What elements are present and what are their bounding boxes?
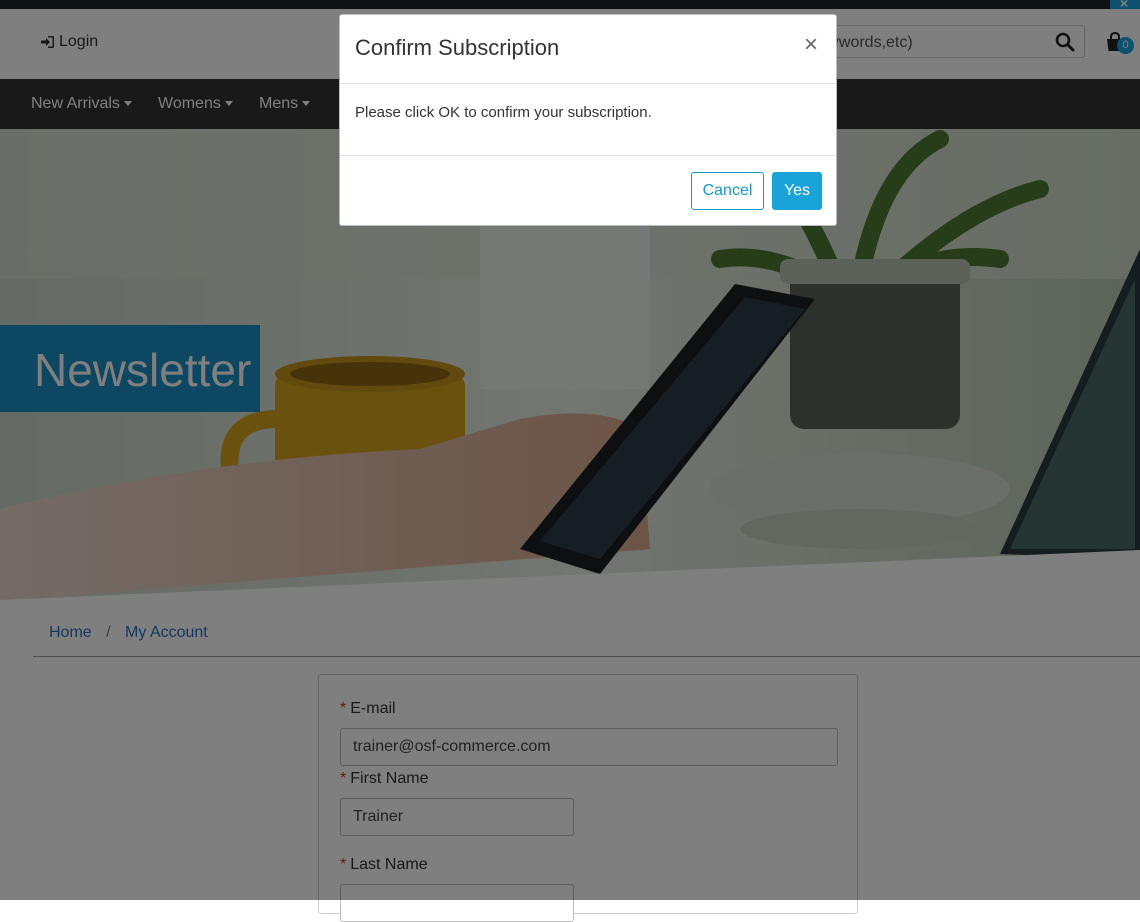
dialog-message: Please click OK to confirm your subscrip… [355, 104, 652, 121]
confirm-subscription-dialog: Confirm Subscription × Please click OK t… [339, 14, 837, 226]
cancel-button[interactable]: Cancel [691, 172, 764, 210]
dialog-divider [340, 155, 836, 156]
dialog-title: Confirm Subscription [355, 35, 560, 60]
yes-button[interactable]: Yes [772, 172, 822, 210]
dialog-divider [340, 83, 836, 84]
close-icon[interactable]: × [804, 33, 818, 57]
